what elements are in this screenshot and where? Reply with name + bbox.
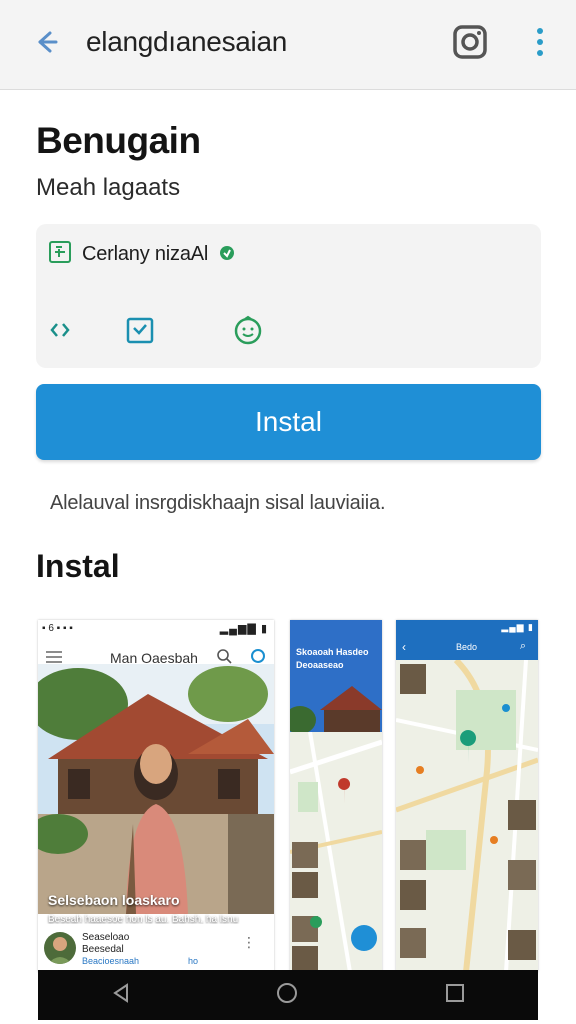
app-description: Alelauval insrgdiskhaajn sisal lauviaiia… <box>50 492 386 514</box>
screenshot-caption-title: Selsebaon loaskaro <box>48 892 180 908</box>
small-back-icon: ‹ <box>402 640 406 654</box>
profile-link-secondary: ho <box>188 956 199 966</box>
leaf-badge-icon <box>218 243 236 266</box>
map-view-large <box>396 657 538 972</box>
map-view <box>290 731 382 972</box>
back-button[interactable] <box>24 22 68 66</box>
instagram-camera-icon <box>452 24 488 65</box>
more-vertical-icon <box>535 27 545 62</box>
more-vertical-small-icon: ⋮ <box>242 934 256 950</box>
app-name: Benugain <box>36 120 201 161</box>
app-subtitle: Meah lagaats <box>36 174 181 201</box>
arrow-back-icon <box>32 28 60 61</box>
app-bar-title: elangdıanesaian <box>86 26 288 57</box>
nav-back-button[interactable] <box>106 980 136 1010</box>
nav-recents-button[interactable] <box>440 980 470 1010</box>
nav-home-button[interactable] <box>272 980 302 1010</box>
screenshot-2[interactable]: Skoaoah Hasdeo Deoaaseao <box>290 620 382 972</box>
app-bar: elangdıanesaian <box>0 0 576 90</box>
system-navigation-bar <box>38 970 538 1020</box>
status-bar: ▪ 6 ▪ ▪ ▪ ▂▄▆▇ ▮ <box>38 620 274 636</box>
square-recents-icon <box>445 983 465 1008</box>
calendar-check-icon[interactable] <box>124 314 156 346</box>
screenshots-section-title: Instal <box>36 548 120 584</box>
small-search-icon: ⌕ <box>519 640 526 652</box>
location-photo: Selsebaon loaskaro Beseah haaesoe hon ls… <box>38 664 274 952</box>
info-card: Cerlany nizaAl <box>36 224 541 368</box>
install-button[interactable]: Instal <box>36 384 541 460</box>
screenshot-3[interactable]: ▂▄▆ ▮ ‹ Bedo ⌕ <box>396 620 538 972</box>
circle-home-icon <box>275 981 299 1010</box>
screenshot-profile-card: Seaseloao Beesedal Beacioesnaah ho ⋮ <box>38 924 274 972</box>
triangle-back-icon <box>111 982 131 1009</box>
screenshot-3-title: Bedo <box>456 642 478 652</box>
screenshot-2-header: Skoaoah Hasdeo Deoaaseao <box>290 620 382 732</box>
avatar <box>44 932 76 964</box>
profile-link: Beacioesnaah <box>82 956 140 966</box>
screenshot-1[interactable]: ▪ 6 ▪ ▪ ▪ ▂▄▆▇ ▮ Man Oaesbah Selsebaon l… <box>38 620 274 972</box>
screenshot-3-toolbar: ▂▄▆ ▮ ‹ Bedo ⌕ <box>396 620 538 660</box>
info-badge-text: Cerlany nizaAl <box>82 243 209 265</box>
smiley-icon[interactable] <box>232 314 264 346</box>
code-brackets-icon[interactable] <box>44 314 76 346</box>
more-options-button[interactable] <box>522 22 558 66</box>
sheet-icon <box>48 240 72 269</box>
profile-name: Seaseloao Beesedal <box>82 932 130 955</box>
camera-button[interactable] <box>448 22 492 66</box>
info-row: Cerlany nizaAl <box>48 240 236 269</box>
